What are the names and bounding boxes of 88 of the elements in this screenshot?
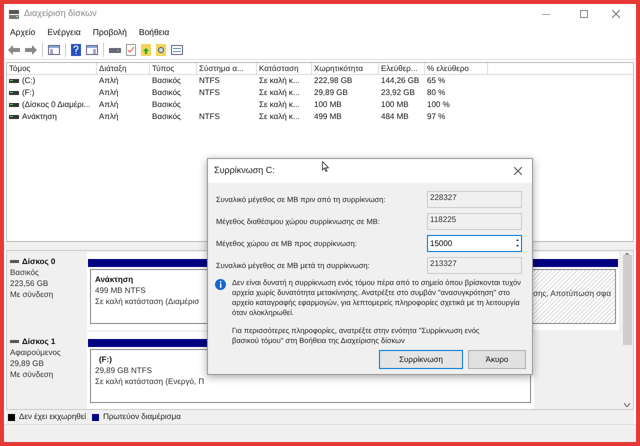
- disk-status: Με σύνδεση: [10, 289, 54, 300]
- table-cell: NTFS: [199, 75, 220, 87]
- dialog-button[interactable]: Άκυρο: [468, 350, 526, 369]
- table-cell: 97 %: [427, 111, 446, 123]
- menu-item[interactable]: Προβολή: [92, 26, 127, 38]
- readonly-field: 118225: [427, 213, 522, 230]
- help-icon[interactable]: [71, 44, 81, 56]
- table-cell: Βασικός: [152, 99, 181, 111]
- table-cell: 222,98 GB: [314, 75, 352, 87]
- table-cell: Απλή: [99, 111, 118, 123]
- partition-status: σης, Αποτύπωση σφα: [533, 288, 611, 299]
- list-icon[interactable]: [171, 44, 183, 54]
- partition-status: Σε καλή κατάσταση (Ενεργό, Π: [95, 376, 204, 386]
- scrollbar[interactable]: [621, 251, 633, 409]
- table-cell: (C:): [22, 75, 36, 87]
- close-icon[interactable]: [514, 167, 522, 175]
- folder-search-icon[interactable]: [156, 44, 166, 56]
- partition-name: (F:): [98, 354, 112, 364]
- panel-icon[interactable]: [48, 44, 60, 54]
- menu-item[interactable]: Βοήθεια: [138, 26, 170, 38]
- maximize-icon[interactable]: [580, 10, 588, 18]
- close-icon[interactable]: [612, 10, 620, 18]
- disk-name: Δίσκος 0: [22, 256, 56, 267]
- disk-status: Με σύνδεση: [10, 368, 54, 380]
- table-cell: 484 MB: [381, 111, 409, 123]
- table-cell: Απλή: [99, 87, 118, 99]
- column-header[interactable]: Σύστημα α...: [197, 63, 257, 74]
- partition-size: 499 MB NTFS: [95, 285, 146, 296]
- readonly-field: 228327: [427, 191, 522, 208]
- column-header[interactable]: Κατάσταση: [257, 63, 312, 74]
- table-cell: Βασικός: [152, 87, 181, 99]
- table-cell: 100 MB: [381, 99, 409, 111]
- table-cell: Σε καλή κ...: [259, 87, 300, 99]
- table-cell: Βασικός: [152, 75, 181, 87]
- table-cell: Ανάκτηση: [22, 111, 57, 123]
- panel-icon[interactable]: [86, 44, 98, 54]
- disk-type: Βασικός: [10, 267, 40, 278]
- table-cell: Βασικός: [152, 111, 181, 123]
- drive-icon: [9, 91, 19, 95]
- table-cell: 80 %: [427, 87, 446, 99]
- dialog-title: Συρρίκνωση C:: [214, 164, 275, 178]
- partition-size: 29,89 GB NTFS: [95, 364, 152, 376]
- menu-item[interactable]: Αρχείο: [10, 26, 36, 38]
- window-title: Διαχείριση δίσκων: [24, 7, 97, 20]
- table-cell: (Δίσκος 0 Διαμέρι...: [22, 99, 90, 111]
- legend-label: Πρωτεύον διαμέρισμα: [103, 411, 181, 423]
- forward-arrow-icon[interactable]: [25, 44, 37, 54]
- menu-item[interactable]: Ενέργεια: [47, 26, 81, 38]
- drive-icon: [9, 79, 19, 83]
- table-cell: Απλή: [99, 75, 118, 87]
- partition-name: Ανάκτηση: [95, 274, 134, 285]
- back-arrow-icon[interactable]: [8, 44, 20, 54]
- table-cell: 100 MB: [314, 99, 342, 111]
- info-icon: [215, 279, 226, 290]
- table-cell: 100 %: [427, 99, 450, 111]
- column-header[interactable]: Ελεύθερ...: [379, 63, 425, 74]
- column-header[interactable]: Τύπος: [150, 63, 197, 74]
- table-cell: 29,89 GB: [314, 87, 348, 99]
- drive-icon[interactable]: [109, 46, 121, 54]
- drive-icon: [9, 115, 19, 119]
- table-cell: 23,92 GB: [381, 87, 415, 99]
- scroll-thumb[interactable]: [622, 255, 632, 345]
- column-header[interactable]: Χωρητικότητα: [312, 63, 379, 74]
- table-cell: Σε καλή κ...: [259, 75, 300, 87]
- table-cell: 144,26 GB: [381, 75, 420, 87]
- table-cell: 499 MB: [314, 111, 342, 123]
- disk-size: 223,56 GB: [10, 278, 50, 289]
- column-header[interactable]: Τόμος: [7, 63, 97, 74]
- readonly-field: 213327: [427, 257, 522, 274]
- disk-type: Αφαιρούμενος: [10, 346, 62, 358]
- drive-icon: [9, 103, 19, 107]
- table-cell: Σε καλή κ...: [259, 99, 300, 111]
- dialog-button[interactable]: Συρρίκνωση: [379, 350, 463, 369]
- table-cell: NTFS: [199, 111, 220, 123]
- table-cell: Απλή: [99, 99, 118, 111]
- table-cell: Σε καλή κ...: [259, 111, 300, 123]
- table-cell: 65 %: [427, 75, 446, 87]
- checklist-icon[interactable]: [126, 44, 136, 56]
- disk-drive-icon: [8, 8, 20, 20]
- table-cell: NTFS: [199, 87, 220, 99]
- legend-label: Δεν έχει εκχωρηθεί: [19, 411, 86, 423]
- table-cell: (F:): [22, 87, 34, 99]
- partition-status: Σε καλή κατάσταση (Διαμέρισ: [95, 296, 200, 307]
- column-header[interactable]: Διάταξη: [97, 63, 150, 74]
- column-header[interactable]: % ελεύθερο: [425, 63, 488, 74]
- scroll-down-icon[interactable]: [624, 403, 630, 407]
- disk-size: 29,89 GB: [10, 358, 45, 368]
- disk-name: Δίσκος 1: [22, 336, 56, 346]
